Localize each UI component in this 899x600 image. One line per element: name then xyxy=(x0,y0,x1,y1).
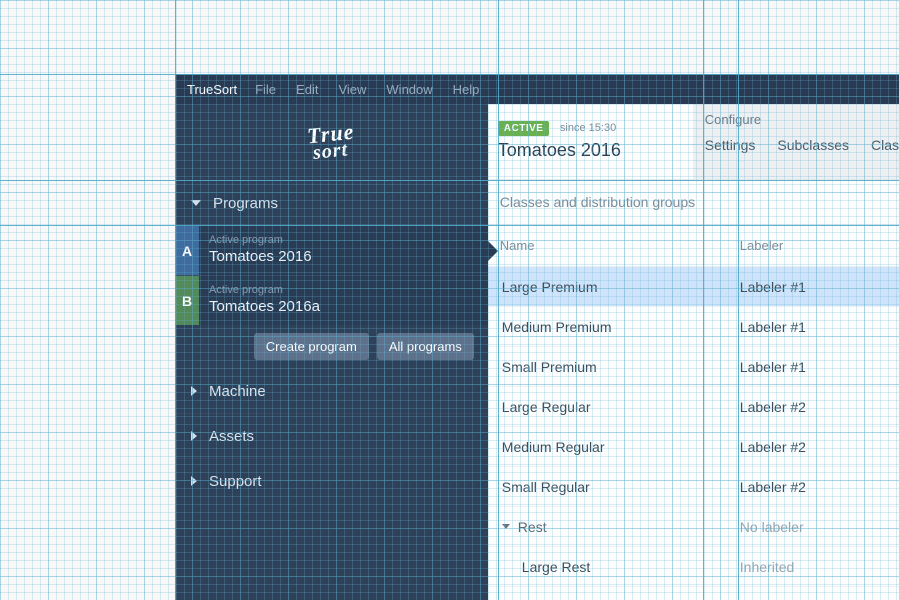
table-row[interactable]: Large Premium Labeler #1 xyxy=(488,267,899,307)
program-a-sublabel: Active program xyxy=(209,234,478,246)
create-program-button[interactable]: Create program xyxy=(254,333,369,360)
row-name: Small Premium xyxy=(488,359,732,375)
logo: True sort xyxy=(175,104,488,180)
app-window: TrueSort File Edit View Window Help True… xyxy=(175,74,899,600)
chevron-right-icon xyxy=(191,386,197,396)
sidebar-buttons: Create program All programs xyxy=(175,325,488,368)
table-row[interactable]: Small Premium Labeler #1 xyxy=(488,347,899,387)
main-panel: ACTIVE since 15:30 Tomatoes 2016 Configu… xyxy=(488,104,899,600)
table-row[interactable]: Small Regular Labeler #2 xyxy=(488,467,899,507)
menu-view[interactable]: View xyxy=(338,82,366,97)
rest-row[interactable]: Rest No labeler xyxy=(488,507,899,547)
tabs: Settings Subclasses Clas xyxy=(705,137,899,161)
menu-window[interactable]: Window xyxy=(386,82,432,97)
table-row[interactable]: Medium Regular Labeler #2 xyxy=(488,427,899,467)
program-b-title: Tomatoes 2016a xyxy=(209,298,478,315)
tab-settings[interactable]: Settings xyxy=(705,137,756,161)
menu-file[interactable]: File xyxy=(255,82,276,97)
tab-subclasses[interactable]: Subclasses xyxy=(777,137,849,161)
row-labeler: Labeler #2 xyxy=(732,439,899,455)
row-labeler: Labeler #1 xyxy=(732,319,899,335)
table-row[interactable]: Medium Premium Labeler #1 xyxy=(488,307,899,347)
menu-edit[interactable]: Edit xyxy=(296,82,318,97)
nav-assets[interactable]: Assets xyxy=(175,413,488,458)
status-badge: ACTIVE xyxy=(498,121,550,136)
program-item-a[interactable]: A Active program Tomatoes 2016 xyxy=(175,225,488,275)
rest-label: Rest xyxy=(518,519,547,535)
table-row[interactable]: Large Regular Labeler #2 xyxy=(488,387,899,427)
rest-labeler: No labeler xyxy=(732,519,899,535)
menu-help[interactable]: Help xyxy=(453,82,480,97)
row-labeler: Labeler #2 xyxy=(732,399,899,415)
row-name: Medium Premium xyxy=(488,319,732,335)
program-badge-b: B xyxy=(175,276,199,325)
row-labeler: Labeler #1 xyxy=(732,359,899,375)
rest-sub-name: Large Rest xyxy=(488,559,732,575)
rest-sub-labeler: Inherited xyxy=(732,559,899,575)
chevron-right-icon xyxy=(191,431,197,441)
nav-support[interactable]: Support xyxy=(175,458,488,503)
chevron-down-icon xyxy=(191,200,201,206)
chevron-right-icon xyxy=(191,476,197,486)
nav-machine[interactable]: Machine xyxy=(175,368,488,413)
col-labeler-header: Labeler xyxy=(732,238,899,253)
program-badge-a: A xyxy=(175,226,199,275)
table-header: Name Labeler xyxy=(488,225,899,267)
tab-clas[interactable]: Clas xyxy=(871,137,899,161)
nav-programs-label: Programs xyxy=(213,195,278,212)
rest-sub-row[interactable]: Large Rest Inherited xyxy=(488,547,899,587)
main-header: ACTIVE since 15:30 Tomatoes 2016 Configu… xyxy=(488,104,899,180)
program-a-title: Tomatoes 2016 xyxy=(209,248,478,265)
program-item-b[interactable]: B Active program Tomatoes 2016a xyxy=(175,275,488,325)
status-since: since 15:30 xyxy=(560,122,616,134)
row-labeler: Labeler #1 xyxy=(732,279,899,295)
all-programs-button[interactable]: All programs xyxy=(377,333,474,360)
col-name-header: Name xyxy=(488,238,732,253)
sidebar: True sort Programs A Active program Toma… xyxy=(175,104,488,600)
nav-programs[interactable]: Programs xyxy=(175,180,488,225)
configure-label: Configure xyxy=(705,112,899,127)
row-name: Medium Regular xyxy=(488,439,732,455)
nav-machine-label: Machine xyxy=(209,383,266,400)
row-labeler: Labeler #2 xyxy=(732,479,899,495)
app-name: TrueSort xyxy=(187,82,237,97)
program-b-sublabel: Active program xyxy=(209,284,478,296)
nav-support-label: Support xyxy=(209,473,262,490)
nav-assets-label: Assets xyxy=(209,428,254,445)
row-name: Small Regular xyxy=(488,479,732,495)
row-name: Large Premium xyxy=(488,279,732,295)
page-title: Tomatoes 2016 xyxy=(498,140,693,161)
menubar: TrueSort File Edit View Window Help xyxy=(175,74,899,104)
row-name: Large Regular xyxy=(488,399,732,415)
section-title: Classes and distribution groups xyxy=(488,180,899,225)
chevron-down-icon xyxy=(502,524,510,529)
